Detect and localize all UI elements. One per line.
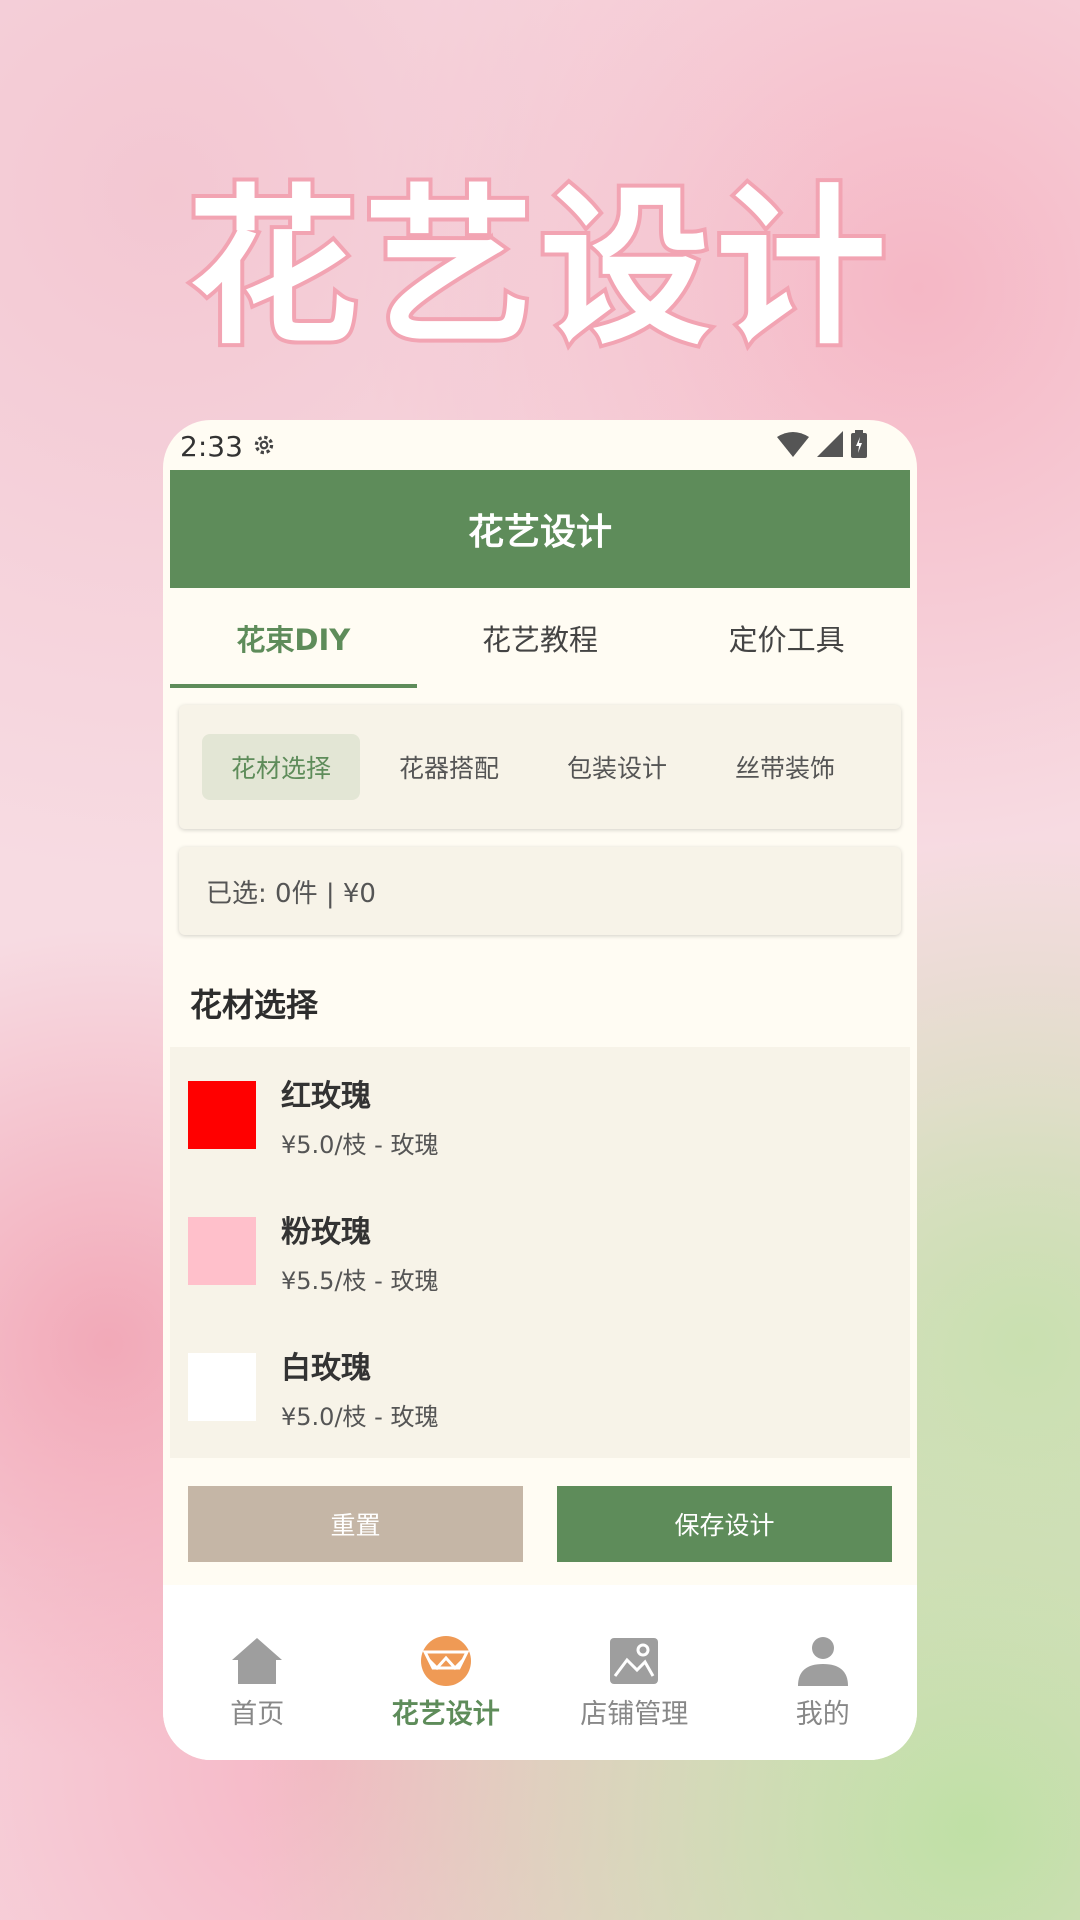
color-swatch <box>188 1081 256 1149</box>
wifi-icon <box>777 432 809 457</box>
home-icon <box>232 1638 283 1684</box>
reset-button[interactable]: 重置 <box>188 1486 523 1562</box>
list-item[interactable]: 粉玫瑰 ¥5.5/枝 - 玫瑰 <box>170 1183 910 1319</box>
main-tabs: 花束DIY 花艺教程 定价工具 <box>170 588 910 688</box>
nav-item-shop[interactable]: 店铺管理 <box>540 1585 729 1760</box>
nav-item-mine[interactable]: 我的 <box>729 1585 918 1760</box>
app-bar-title: 花艺设计 <box>170 470 910 588</box>
signal-icon <box>817 431 843 457</box>
settings-gear-icon <box>254 435 274 455</box>
nav-item-flower-design[interactable]: 花艺设计 <box>352 1585 541 1760</box>
nav-label-shop: 店铺管理 <box>580 1699 689 1730</box>
flower-name: 白玫瑰 <box>281 1351 371 1386</box>
tab-bouquet-diy[interactable]: 花束DIY <box>170 588 417 688</box>
subtabs-card: 花材选择 花器搭配 包装设计 丝带装饰 <box>179 705 901 829</box>
save-design-button[interactable]: 保存设计 <box>557 1486 892 1562</box>
list-item[interactable]: 白玫瑰 ¥5.0/枝 - 玫瑰 <box>170 1319 910 1455</box>
phone-frame: 2:33 花艺设计 花束DIY 花艺教程 定价工具 花材选择 花器搭配 包装设计… <box>163 420 917 1760</box>
tab-tutorial[interactable]: 花艺教程 <box>417 588 664 688</box>
nav-label-flower-design: 花艺设计 <box>391 1699 500 1730</box>
flower-name: 红玫瑰 <box>281 1079 371 1114</box>
flower-price: ¥5.5/枝 - 玫瑰 <box>281 1267 439 1295</box>
status-bar: 2:33 <box>163 420 917 470</box>
color-swatch <box>188 1353 256 1421</box>
subtab-wrapping[interactable]: 包装设计 <box>538 734 696 800</box>
nav-item-home[interactable]: 首页 <box>163 1585 352 1760</box>
subtab-flower-material[interactable]: 花材选择 <box>202 734 360 800</box>
flower-design-icon <box>420 1636 471 1686</box>
bottom-nav: 首页 花艺设计 店铺管理 我的 <box>163 1585 917 1760</box>
status-time: 2:33 <box>180 430 243 463</box>
status-icons <box>777 430 867 458</box>
nav-label-mine: 我的 <box>795 1699 850 1730</box>
flower-list: 红玫瑰 ¥5.0/枝 - 玫瑰 粉玫瑰 ¥5.5/枝 - 玫瑰 白玫瑰 ¥5.0… <box>170 1047 910 1458</box>
flower-price: ¥5.0/枝 - 玫瑰 <box>281 1131 439 1159</box>
nav-label-home: 首页 <box>230 1699 285 1730</box>
promo-title: 花艺设计 <box>184 166 892 372</box>
color-swatch <box>188 1217 256 1285</box>
battery-icon <box>851 430 867 458</box>
flower-price: ¥5.0/枝 - 玫瑰 <box>281 1403 439 1431</box>
tab-pricing-tool[interactable]: 定价工具 <box>663 588 910 688</box>
subtab-vase[interactable]: 花器搭配 <box>370 734 528 800</box>
flower-name: 粉玫瑰 <box>281 1215 371 1250</box>
image-icon <box>610 1638 659 1684</box>
subtab-ribbon[interactable]: 丝带装饰 <box>706 734 864 800</box>
selection-summary: 已选: 0件 | ¥0 <box>179 847 901 935</box>
person-icon <box>797 1637 848 1686</box>
section-title: 花材选择 <box>190 986 319 1024</box>
list-item[interactable]: 红玫瑰 ¥5.0/枝 - 玫瑰 <box>170 1047 910 1183</box>
